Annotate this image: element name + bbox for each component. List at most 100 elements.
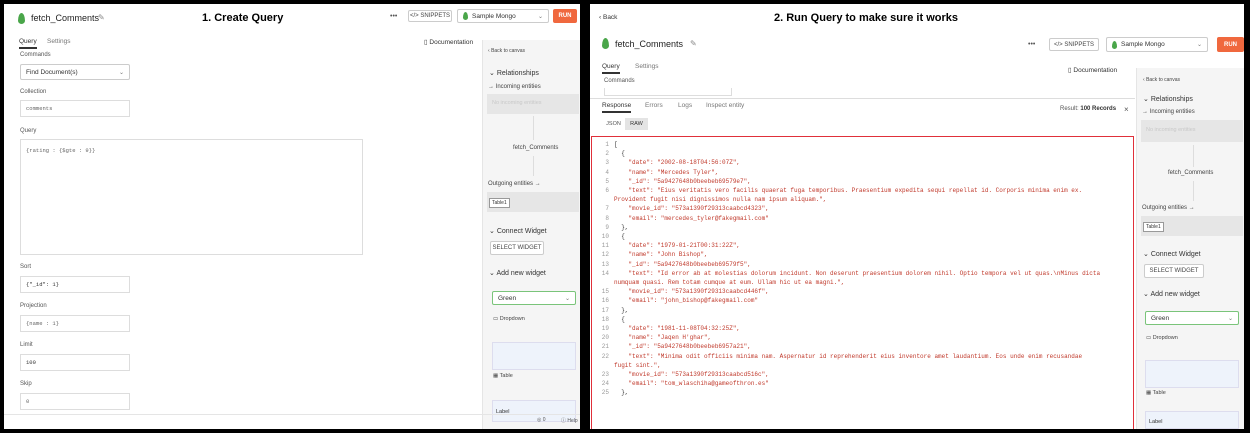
line-number: 7 — [605, 205, 609, 213]
line-number: 16 — [601, 297, 609, 305]
tab-query[interactable]: Query — [602, 63, 620, 74]
code-text: "movie_id": "573a1390f29313caabcd446f", — [614, 288, 769, 296]
relationships-header[interactable]: ⌄ Relationships — [489, 69, 539, 77]
raw-view-button[interactable]: RAW — [625, 118, 648, 130]
dropdown-widget[interactable]: ▭ Dropdown — [1146, 335, 1178, 341]
table-widget[interactable]: ▦ Table — [493, 373, 513, 379]
pencil-icon[interactable]: ✎ — [690, 39, 697, 48]
sort-input[interactable]: {"_id": 1} — [20, 276, 130, 293]
table-thumbnail[interactable] — [1145, 360, 1239, 388]
limit-input[interactable]: 100 — [20, 354, 130, 371]
collection-input[interactable]: comments — [20, 100, 130, 117]
code-text: { — [614, 315, 625, 323]
skip-input[interactable]: 0 — [20, 393, 130, 410]
line-number: 14 — [601, 269, 609, 277]
documentation-link[interactable]: ▯ Documentation — [424, 38, 473, 46]
json-view-button[interactable]: JSON — [602, 118, 625, 130]
green-widget-select[interactable]: Green ⌄ — [1145, 311, 1239, 325]
pencil-icon[interactable]: ✎ — [98, 13, 105, 22]
documentation-label: Documentation — [1073, 67, 1118, 74]
tab-response[interactable]: Response — [602, 102, 632, 113]
table1-chip[interactable]: Table1 — [1143, 222, 1164, 232]
documentation-link[interactable]: ▯ Documentation — [1068, 66, 1117, 74]
projection-input[interactable]: {name : 1} — [20, 315, 130, 332]
entity-node: fetch_Comments — [513, 145, 559, 151]
sort-label: Sort — [20, 264, 32, 270]
code-text: "email": "tom_wlaschiha@gameofthron.es" — [614, 380, 769, 388]
relationships-header[interactable]: ⌄ Relationships — [1143, 95, 1193, 103]
connector-line — [533, 116, 534, 140]
datasource-select[interactable]: Sample Mongo ⌄ — [1106, 37, 1208, 52]
chevron-down-icon: ⌄ — [489, 270, 495, 277]
line-number — [592, 362, 614, 371]
table-thumbnail[interactable] — [492, 342, 576, 370]
more-options-icon[interactable]: ••• — [1028, 41, 1035, 48]
code-line: 2 { — [592, 150, 624, 159]
connect-widget-header[interactable]: ⌄ Connect Widget — [1143, 250, 1201, 258]
result-value: 100 Records — [1080, 106, 1117, 112]
run-button[interactable]: RUN — [553, 9, 577, 23]
outgoing-entities: Outgoing entities → — [488, 181, 541, 187]
back-to-canvas-link[interactable]: ‹ Back to canvas — [488, 48, 525, 54]
table-icon: ▦ — [1146, 390, 1152, 396]
code-line: 18 { — [592, 316, 625, 325]
label-thumbnail[interactable]: Label — [1145, 411, 1239, 429]
add-widget-header[interactable]: ⌄ Add new widget — [489, 269, 546, 277]
response-code-view[interactable]: 1[2 {3 "date": "2002-08-18T04:56:07Z", 4 … — [591, 136, 1134, 429]
green-value: Green — [1151, 314, 1170, 322]
close-icon[interactable]: × — [1124, 105, 1129, 114]
commands-select[interactable]: Find Document(s) ⌄ — [20, 64, 130, 80]
more-options-icon[interactable]: ••• — [390, 13, 397, 20]
code-line: numquam quasi. Rem totam cumque at eum. … — [592, 279, 844, 288]
commands-label: Commands — [604, 78, 635, 84]
tab-settings[interactable]: Settings — [47, 38, 71, 45]
incoming-box: No incoming entities — [1141, 120, 1243, 142]
connector-line — [1193, 145, 1194, 167]
snippets-button[interactable]: </> SNIPPETS — [1049, 38, 1099, 51]
dropdown-widget[interactable]: ▭ Dropdown — [493, 316, 525, 322]
select-widget-button[interactable]: SELECT WIDGET — [490, 241, 544, 255]
datasource-select[interactable]: Sample Mongo ⌄ — [457, 9, 549, 23]
connect-widget-header[interactable]: ⌄ Connect Widget — [489, 227, 547, 235]
tab-logs[interactable]: Logs — [678, 102, 692, 109]
line-number: 24 — [601, 380, 609, 388]
code-line: 8 "email": "mercedes_tyler@fakegmail.com… — [592, 215, 768, 224]
footer-divider — [4, 414, 580, 415]
incoming-label: Incoming entities — [495, 84, 541, 90]
code-line: 14 "text": "Id error ab at molestias dol… — [592, 270, 1100, 279]
code-text: Provident fugit nisi dignissimos nulla n… — [614, 196, 827, 204]
back-link[interactable]: ‹ Back — [599, 14, 617, 21]
snippets-button[interactable]: </> SNIPPETS — [408, 10, 452, 22]
chevron-down-icon: ⌄ — [1196, 42, 1202, 48]
tab-inspect-entity[interactable]: Inspect entity — [706, 102, 744, 109]
select-widget-button[interactable]: SELECT WIDGET — [1144, 264, 1204, 278]
table1-chip[interactable]: Table1 — [489, 198, 510, 208]
query-editor[interactable]: {rating : {$gte : 9}} — [20, 139, 363, 255]
green-widget-select[interactable]: Green ⌄ — [492, 291, 576, 305]
footer-count[interactable]: ◎ 0 — [537, 417, 546, 423]
code-line: 17 }, — [592, 307, 629, 316]
tab-settings[interactable]: Settings — [635, 63, 659, 70]
add-widget-header[interactable]: ⌄ Add new widget — [1143, 290, 1200, 298]
line-number: 12 — [601, 251, 609, 259]
code-line: 15 "movie_id": "573a1390f29313caabcd446f… — [592, 288, 769, 297]
line-number: 5 — [605, 177, 609, 185]
chevron-down-icon: ⌄ — [489, 70, 495, 77]
table-widget[interactable]: ▦ Table — [1146, 390, 1166, 396]
chevron-down-icon: ⌄ — [1143, 96, 1149, 103]
back-to-canvas-link[interactable]: ‹ Back to canvas — [1143, 77, 1180, 83]
incoming-entities: → Incoming entities — [488, 84, 541, 90]
label-widget-label: Label — [1149, 419, 1163, 425]
chevron-down-icon: ⌄ — [1143, 291, 1149, 298]
run-button[interactable]: RUN — [1217, 37, 1244, 52]
code-line: 9 }, — [592, 224, 628, 233]
commands-select[interactable] — [604, 88, 732, 96]
tab-query[interactable]: Query — [19, 38, 37, 49]
query-name[interactable]: fetch_Comments — [31, 13, 99, 23]
line-number: 19 — [601, 325, 609, 332]
help-link[interactable]: ⓘ Help — [561, 417, 578, 424]
query-name[interactable]: fetch_Comments — [615, 39, 683, 49]
tab-errors[interactable]: Errors — [645, 102, 663, 109]
line-number: 22 — [601, 352, 609, 360]
code-text: numquam quasi. Rem totam cumque at eum. … — [614, 279, 845, 286]
